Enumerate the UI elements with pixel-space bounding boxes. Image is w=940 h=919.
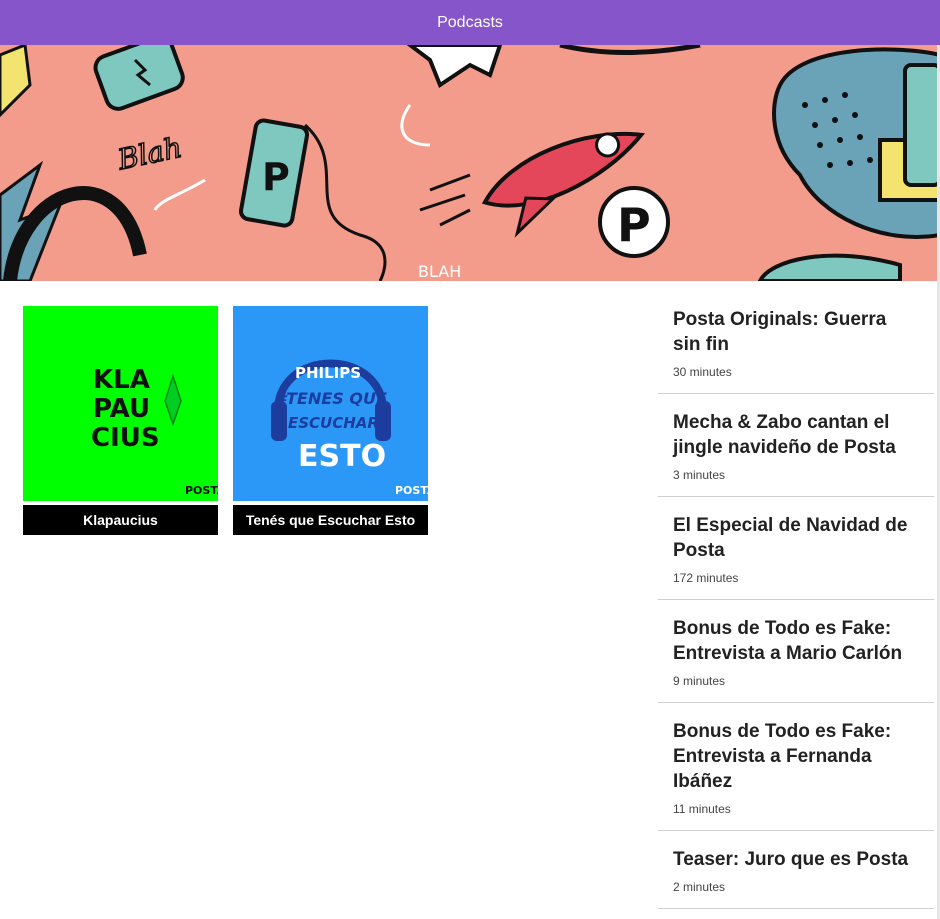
episode-duration: 3 minutes — [673, 468, 726, 482]
hero-illustration: Blah P P BLAH — [0, 45, 940, 281]
cover-text-line-1: PHILIPS — [295, 364, 361, 382]
podcast-card-tenes-que-escuchar-esto[interactable]: PHILIPS #TENES QUE ESCUCHAR ESTO POSTA T… — [233, 306, 428, 535]
episode-duration: 172 minutes — [673, 571, 739, 585]
cover-badge-text: POSTA — [185, 484, 218, 497]
episode-title[interactable]: Teaser: Juro que es Posta — [673, 847, 919, 872]
podcast-cover-klapaucius[interactable]: KLA PAU CIUS POSTA — [23, 306, 218, 501]
episode-title[interactable]: Bonus de Todo es Fake: Entrevista a Fern… — [673, 719, 919, 794]
episode-title[interactable]: Mecha & Zabo cantan el jingle navideño d… — [673, 410, 919, 460]
cover-text-line-3: CIUS — [91, 423, 160, 453]
cover-badge-text: POSTA — [395, 484, 428, 497]
podcast-title[interactable]: Tenés que Escuchar Esto — [233, 505, 428, 535]
cover-text-line-1: KLA — [93, 365, 150, 395]
podcast-cover-tenes-que-escuchar-esto[interactable]: PHILIPS #TENES QUE ESCUCHAR ESTO POSTA — [233, 306, 428, 501]
episode-list: Posta Originals: Guerra sin fin 30 minut… — [658, 291, 934, 909]
cover-text-line-3: ESCUCHAR — [288, 414, 379, 432]
episode-item[interactable]: Mecha & Zabo cantan el jingle navideño d… — [658, 394, 934, 497]
episode-title[interactable]: Posta Originals: Guerra sin fin — [673, 307, 919, 357]
hero-blah-text-2: BLAH — [418, 262, 461, 281]
episode-item[interactable]: Bonus de Todo es Fake: Entrevista a Mari… — [658, 600, 934, 703]
hero-p-text-2: P — [617, 198, 651, 252]
episode-item[interactable]: Posta Originals: Guerra sin fin 30 minut… — [658, 291, 934, 394]
cover-text-line-2: #TENES QUE — [275, 389, 387, 408]
cover-text-line-2: PAU — [93, 394, 150, 424]
episode-duration: 30 minutes — [673, 365, 732, 379]
episode-item[interactable]: Bonus de Todo es Fake: Entrevista a Fern… — [658, 703, 934, 831]
hero-banner: Blah P P BLAH — [0, 45, 940, 281]
episode-duration: 9 minutes — [673, 674, 726, 688]
episode-title[interactable]: El Especial de Navidad de Posta — [673, 513, 919, 563]
top-bar: Podcasts — [0, 0, 940, 45]
page-title: Podcasts — [437, 13, 503, 31]
podcast-title[interactable]: Klapaucius — [23, 505, 218, 535]
hero-p-text-1: P — [262, 155, 290, 199]
episode-duration: 2 minutes — [673, 880, 726, 894]
podcast-grid: KLA PAU CIUS POSTA Klapaucius PHILIPS #T… — [23, 306, 428, 535]
podcast-card-klapaucius[interactable]: KLA PAU CIUS POSTA Klapaucius — [23, 306, 218, 535]
episode-duration: 11 minutes — [673, 802, 731, 816]
episode-item[interactable]: Teaser: Juro que es Posta 2 minutes — [658, 831, 934, 909]
cover-text-line-4: ESTO — [298, 439, 386, 474]
episode-item[interactable]: El Especial de Navidad de Posta 172 minu… — [658, 497, 934, 600]
episode-title[interactable]: Bonus de Todo es Fake: Entrevista a Mari… — [673, 616, 919, 666]
